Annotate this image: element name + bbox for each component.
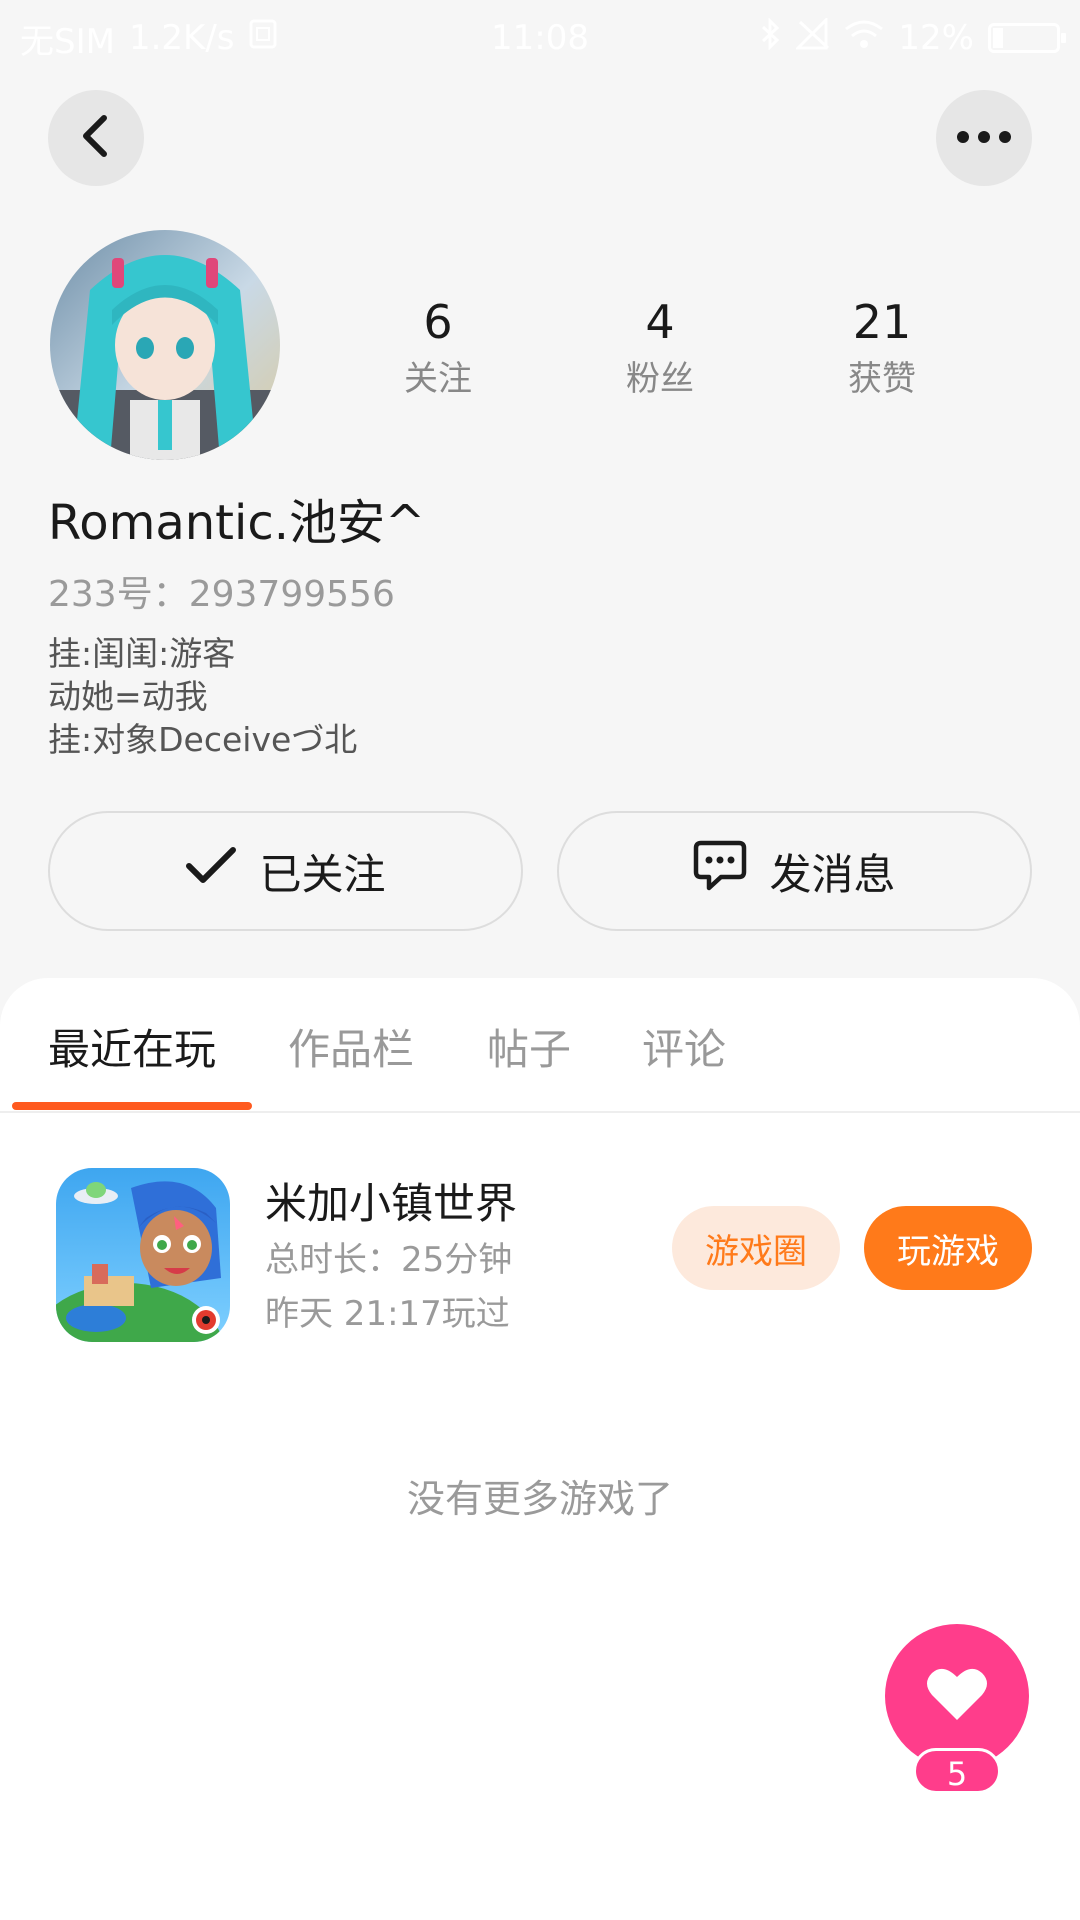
status-left: 无SIM 1.2K/s xyxy=(20,14,277,63)
following-label: 关注 xyxy=(404,359,472,399)
game-total-time: 总时长：25分钟 xyxy=(265,1240,513,1280)
wifi-icon xyxy=(844,18,884,58)
game-name: 米加小镇世界 xyxy=(265,1179,518,1228)
check-icon xyxy=(185,846,237,896)
no-signal-icon xyxy=(794,15,830,59)
status-right: 12% xyxy=(760,15,1066,59)
bio-line: 挂:闺闺:游客 xyxy=(48,634,236,673)
battery-percent: 12% xyxy=(898,18,974,58)
avatar[interactable] xyxy=(50,230,280,460)
no-more-games-text: 没有更多游戏了 xyxy=(406,1477,673,1521)
game-circle-button[interactable]: 游戏圈 xyxy=(672,1206,840,1290)
tab-recently-played[interactable]: 最近在玩 xyxy=(48,1016,216,1077)
following-count: 6 xyxy=(423,295,453,349)
net-speed-text: 1.2K/s xyxy=(128,18,235,58)
user-id: 233号：293799556 xyxy=(48,574,395,615)
tab-works[interactable]: 作品栏 xyxy=(288,1016,414,1077)
bio-line: 挂:对象Deceiveづ北 xyxy=(48,720,358,759)
bluetooth-icon xyxy=(760,16,782,59)
chat-bubble-icon xyxy=(693,840,747,902)
tab-bar: 最近在玩 作品栏 帖子 评论 xyxy=(0,978,1080,1113)
send-message-button[interactable]: 发消息 xyxy=(557,811,1032,931)
bio-line: 动她=动我 xyxy=(48,677,208,716)
stat-following[interactable]: 6 关注 xyxy=(358,290,518,404)
status-bar: 无SIM 1.2K/s 11:08 12% xyxy=(0,0,1080,76)
fans-count: 4 xyxy=(645,295,675,349)
heart-icon xyxy=(926,1666,988,1726)
back-arrow-icon xyxy=(76,112,116,164)
username: Romantic.池安^ xyxy=(48,495,426,551)
followed-button[interactable]: 已关注 xyxy=(48,811,523,931)
tab-comments[interactable]: 评论 xyxy=(642,1016,726,1077)
play-game-button[interactable]: 玩游戏 xyxy=(864,1206,1032,1290)
screenshot-icon xyxy=(249,18,277,58)
more-button[interactable] xyxy=(936,90,1032,186)
more-dots-icon xyxy=(956,129,1012,148)
like-count-badge: 5 xyxy=(913,1748,1001,1794)
game-last-played: 昨天 21:17玩过 xyxy=(265,1294,510,1334)
carrier-text: 无SIM xyxy=(20,21,115,62)
followed-label: 已关注 xyxy=(259,849,386,899)
likes-label: 获赞 xyxy=(848,359,916,399)
battery-icon xyxy=(988,23,1066,53)
stat-fans[interactable]: 4 粉丝 xyxy=(580,290,740,404)
send-message-label: 发消息 xyxy=(769,849,896,899)
fans-label: 粉丝 xyxy=(626,359,694,399)
likes-count: 21 xyxy=(852,295,912,349)
bio: 挂:闺闺:游客 动她=动我 挂:对象Deceiveづ北 xyxy=(48,632,357,761)
tab-posts[interactable]: 帖子 xyxy=(487,1016,571,1077)
game-icon xyxy=(56,1168,230,1342)
game-list-item[interactable]: 米加小镇世界 总时长：25分钟 昨天 21:17玩过 游戏圈 玩游戏 xyxy=(0,1168,1080,1348)
stat-likes[interactable]: 21 获赞 xyxy=(802,290,962,404)
like-button[interactable] xyxy=(885,1624,1029,1768)
active-tab-indicator xyxy=(12,1102,252,1110)
back-button[interactable] xyxy=(48,90,144,186)
